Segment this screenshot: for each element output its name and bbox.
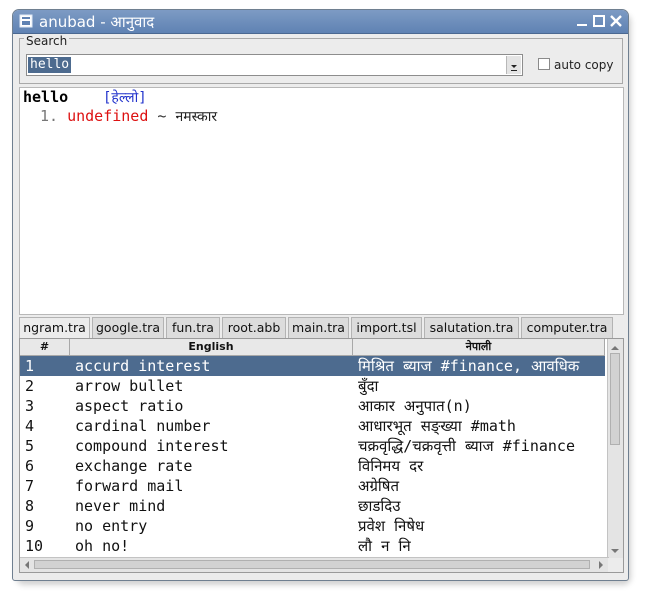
- cell-nepali: आकार अनुपात(n): [358, 397, 472, 415]
- app-icon: [19, 14, 33, 28]
- cell-nepali: बुँदा: [358, 377, 379, 395]
- cell-number: 2: [25, 377, 35, 395]
- search-combo[interactable]: hello: [26, 54, 523, 76]
- table-row[interactable]: 2 arrow bullet बुँदा: [20, 376, 605, 396]
- auto-copy-label: auto copy: [554, 58, 614, 72]
- cell-number: 1: [25, 357, 35, 375]
- cell-number: 3: [25, 397, 35, 415]
- cell-nepali: विनिमय दर: [358, 457, 424, 475]
- cell-nepali: आधारभूत सङ्ख्या #math: [358, 417, 516, 435]
- cell-nepali: चक्रवृद्धि/चक्रवृत्ती ब्याज #finance: [358, 437, 575, 455]
- table-header: # English नेपाली: [20, 339, 605, 356]
- scroll-down-icon[interactable]: [608, 545, 622, 557]
- tab-import[interactable]: import.tsl: [351, 317, 422, 338]
- table-row[interactable]: 4 cardinal number आधारभूत सङ्ख्या #math: [20, 416, 605, 436]
- title-bar[interactable]: anubad - आनुवाद: [13, 10, 628, 34]
- search-group: Search hello auto copy: [19, 34, 623, 84]
- checkbox-box[interactable]: [538, 58, 550, 70]
- definition-separator: ~: [157, 107, 167, 125]
- tab-salutation[interactable]: salutation.tra: [424, 317, 519, 338]
- cell-english: arrow bullet: [75, 377, 184, 395]
- app-window: anubad - आनुवाद Search hello auto copy h…: [12, 9, 629, 581]
- entries-table[interactable]: # English नेपाली 1 accurd interest मिश्र…: [19, 338, 624, 573]
- cell-nepali: मिश्रित ब्याज #finance, आवधिक: [358, 357, 580, 375]
- cell-english: exchange rate: [75, 457, 193, 475]
- cell-english: forward mail: [75, 477, 184, 495]
- cell-nepali: छाडदिउ: [358, 497, 401, 515]
- cell-number: 10: [25, 537, 44, 555]
- table-row[interactable]: 3 aspect ratio आकार अनुपात(n): [20, 396, 605, 416]
- column-header-nepali[interactable]: नेपाली: [353, 339, 605, 355]
- cell-nepali: अग्रेषित: [358, 477, 400, 495]
- cell-english: compound interest: [75, 437, 229, 455]
- search-legend: Search: [24, 34, 70, 48]
- table-row[interactable]: 9 no entry प्रवेश निषेध: [20, 516, 605, 536]
- table-row[interactable]: 5 compound interest चक्रवृद्धि/चक्रवृत्त…: [20, 436, 605, 456]
- tab-google[interactable]: google.tra: [92, 317, 164, 338]
- column-header-english[interactable]: English: [70, 339, 353, 355]
- window-title: anubad - आनुवाद: [39, 13, 155, 31]
- scroll-corner: [608, 558, 623, 572]
- cell-nepali: लौ न नि: [358, 537, 411, 555]
- result-view[interactable]: hello [हेल्लो] 1. undefined ~ नमस्कार: [19, 87, 624, 315]
- scroll-left-icon[interactable]: [21, 559, 33, 571]
- close-icon[interactable]: [609, 14, 623, 28]
- cell-number: 8: [25, 497, 35, 515]
- result-word: hello: [23, 88, 69, 106]
- cell-number: 7: [25, 477, 35, 495]
- minimize-icon[interactable]: [575, 14, 589, 28]
- cell-english: oh no!: [75, 537, 130, 555]
- chevron-down-icon: [511, 65, 517, 71]
- vertical-scroll-thumb[interactable]: [610, 353, 620, 445]
- tab-fun[interactable]: fun.tra: [166, 317, 220, 338]
- cell-number: 4: [25, 417, 35, 435]
- definition-number: 1.: [40, 107, 59, 125]
- cell-english: no entry: [75, 517, 148, 535]
- tab-main[interactable]: main.tra: [288, 317, 349, 338]
- cell-english: accurd interest: [75, 357, 211, 375]
- definition-pos: undefined: [67, 107, 149, 125]
- horizontal-scroll-thumb[interactable]: [34, 560, 590, 569]
- scroll-right-icon[interactable]: [595, 559, 607, 571]
- dictionary-tabs: ngram.tra google.tra fun.tra root.abb ma…: [19, 317, 624, 339]
- horizontal-scrollbar[interactable]: [20, 557, 609, 572]
- cell-english: cardinal number: [75, 417, 211, 435]
- search-input-selected-text: hello: [28, 57, 72, 73]
- cell-english: never mind: [75, 497, 166, 515]
- cell-number: 6: [25, 457, 35, 475]
- tab-root[interactable]: root.abb: [222, 317, 286, 338]
- cell-number: 9: [25, 517, 35, 535]
- tab-computer[interactable]: computer.tra: [521, 317, 613, 338]
- search-input[interactable]: [29, 57, 501, 73]
- search-dropdown-button[interactable]: [506, 56, 521, 74]
- table-row[interactable]: 1 accurd interest मिश्रित ब्याज #finance…: [20, 356, 605, 376]
- definition-meaning: नमस्कार: [175, 109, 218, 125]
- cell-english: aspect ratio: [75, 397, 184, 415]
- table-row[interactable]: 8 never mind छाडदिउ: [20, 496, 605, 516]
- tab-ngram[interactable]: ngram.tra: [19, 317, 90, 339]
- table-row[interactable]: 10 oh no! लौ न नि: [20, 536, 605, 556]
- auto-copy-checkbox[interactable]: auto copy: [538, 58, 613, 72]
- table-row[interactable]: 6 exchange rate विनिमय दर: [20, 456, 605, 476]
- table-row[interactable]: 7 forward mail अग्रेषित: [20, 476, 605, 496]
- cell-number: 5: [25, 437, 35, 455]
- column-header-number[interactable]: #: [20, 339, 70, 355]
- result-transliteration: [हेल्लो]: [103, 90, 147, 106]
- cell-nepali: प्रवेश निषेध: [358, 517, 425, 535]
- maximize-icon[interactable]: [592, 14, 606, 28]
- vertical-scrollbar[interactable]: [607, 339, 623, 558]
- definition-item: 1. undefined ~ नमस्कार: [40, 107, 217, 126]
